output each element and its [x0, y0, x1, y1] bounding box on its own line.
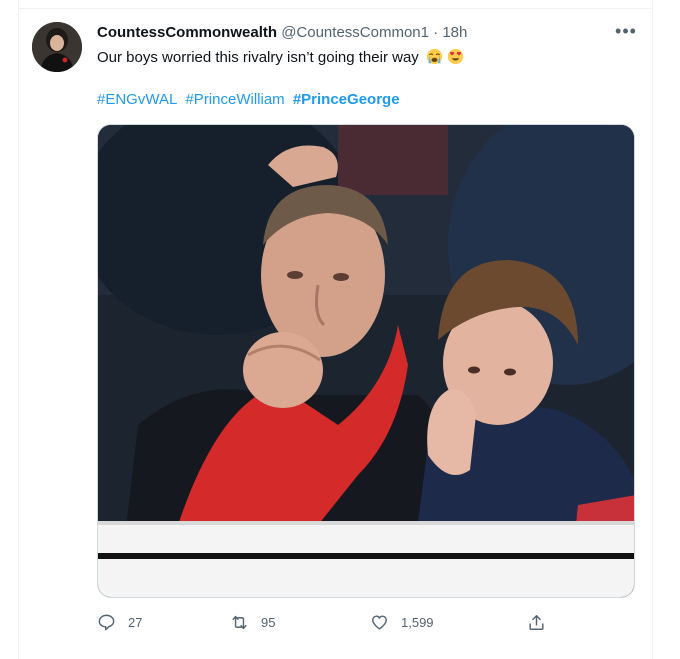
author-handle[interactable]: @CountessCommon1	[281, 24, 429, 41]
crying-face-emoji-icon	[426, 48, 443, 65]
tweet-text: Our boys worried this rivalry isn’t goin…	[97, 48, 464, 66]
author-name[interactable]: CountessCommonwealth	[97, 24, 277, 41]
retweet-button[interactable]: 95	[230, 610, 275, 634]
hashtag-engvwal[interactable]: #ENGvWAL	[97, 91, 177, 108]
heart-icon	[372, 614, 387, 630]
tweet-top-divider	[18, 8, 653, 9]
share-button[interactable]	[527, 610, 558, 634]
like-count: 1,599	[401, 614, 434, 630]
like-button[interactable]: 1,599	[370, 610, 434, 634]
more-icon[interactable]: •••	[614, 22, 638, 44]
separator-dot: ·	[433, 24, 439, 41]
tweet-actions: 27 95 1,599	[97, 610, 557, 634]
share-icon	[529, 614, 544, 630]
tweet-header: CountessCommonwealth @CountessCommon1 · …	[97, 24, 467, 41]
hashtag-princewilliam[interactable]: #PrinceWilliam	[185, 91, 284, 108]
heart-eyes-emoji-icon	[447, 48, 464, 65]
timeline-left-border	[18, 0, 19, 659]
hashtag-line: #ENGvWAL #PrinceWilliam #PrinceGeorge	[97, 91, 404, 108]
reply-button[interactable]: 27	[97, 610, 142, 634]
retweet-count: 95	[261, 614, 276, 630]
tweet-timestamp[interactable]: 18h	[442, 24, 467, 41]
reply-count: 27	[128, 614, 143, 630]
hashtag-princegeorge[interactable]: #PrinceGeorge	[293, 91, 400, 108]
tweet-text-content: Our boys worried this rivalry isn’t goin…	[97, 49, 419, 66]
avatar[interactable]	[32, 22, 82, 72]
timeline-right-border	[652, 0, 653, 659]
tweet-photo[interactable]	[97, 124, 635, 598]
reply-icon	[98, 614, 115, 630]
retweet-icon	[232, 615, 247, 629]
